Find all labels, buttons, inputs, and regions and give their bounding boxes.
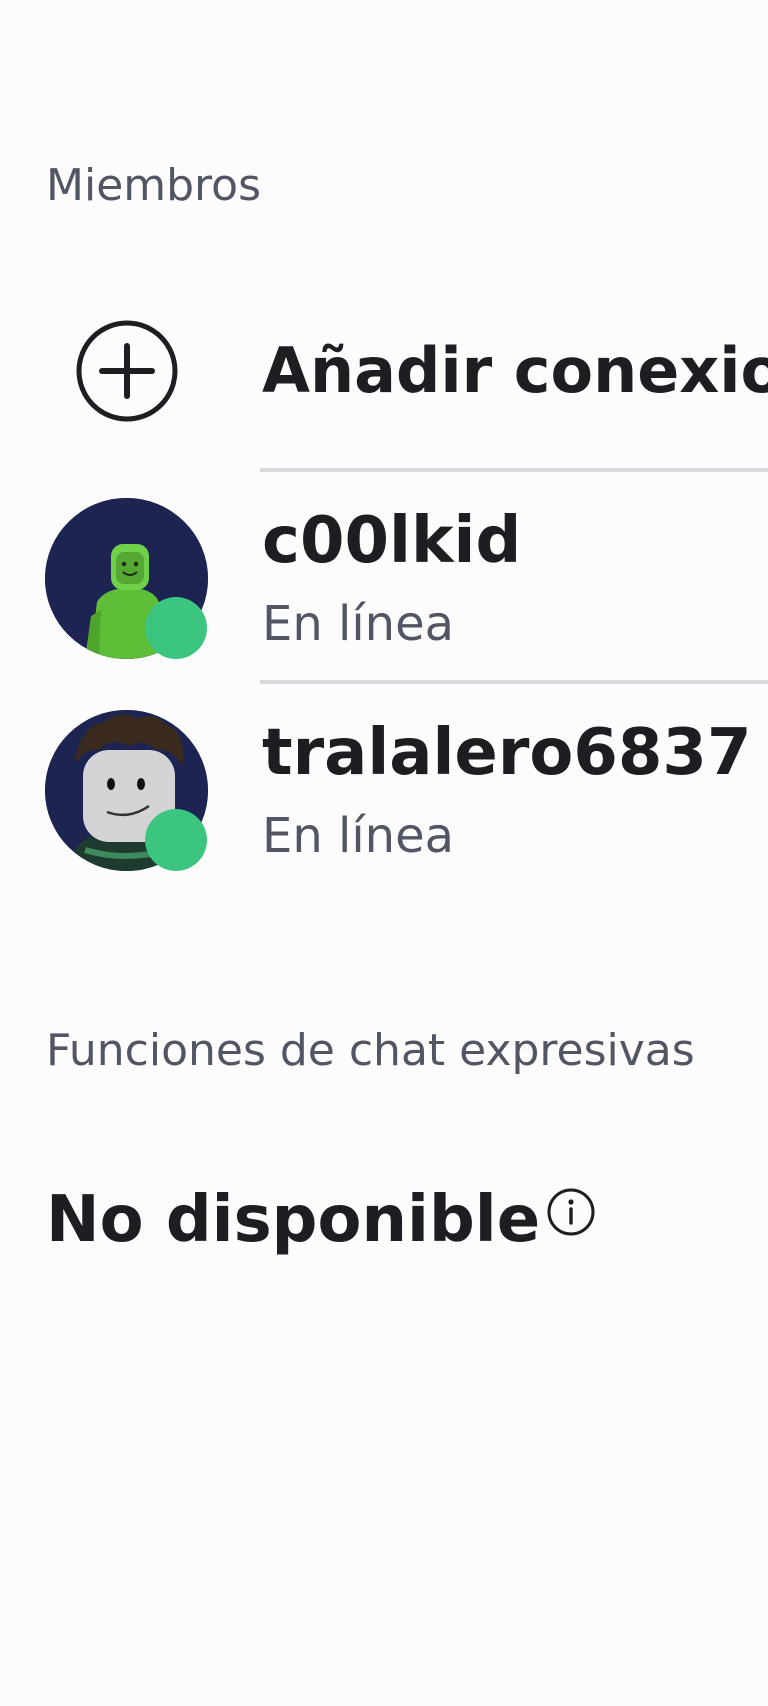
expressive-chat-status: No disponible — [46, 1183, 541, 1257]
member-status: En línea — [262, 808, 455, 864]
online-status-dot — [145, 809, 207, 871]
member-name: c00lkid — [262, 504, 522, 578]
member-row[interactable]: c00lkid En línea — [0, 498, 768, 668]
expressive-chat-section-label: Funciones de chat expresivas — [46, 1025, 695, 1076]
members-section-label: Miembros — [46, 160, 262, 211]
member-name: tralalero6837 — [262, 716, 752, 790]
online-status-dot — [145, 597, 207, 659]
divider — [260, 680, 768, 684]
expressive-chat-status-row[interactable]: No disponible — [46, 1175, 746, 1265]
divider — [260, 468, 768, 472]
group-chat-details-screen: Miembros Añadir conexiones c00lkid — [0, 0, 768, 1706]
info-icon[interactable] — [546, 1187, 596, 1237]
member-status: En línea — [262, 596, 455, 652]
member-row[interactable]: tralalero6837 En línea — [0, 710, 768, 880]
add-connections-label: Añadir conexiones — [262, 334, 768, 407]
add-connections-row[interactable]: Añadir conexiones — [0, 300, 768, 440]
plus-circle-icon — [76, 320, 178, 422]
